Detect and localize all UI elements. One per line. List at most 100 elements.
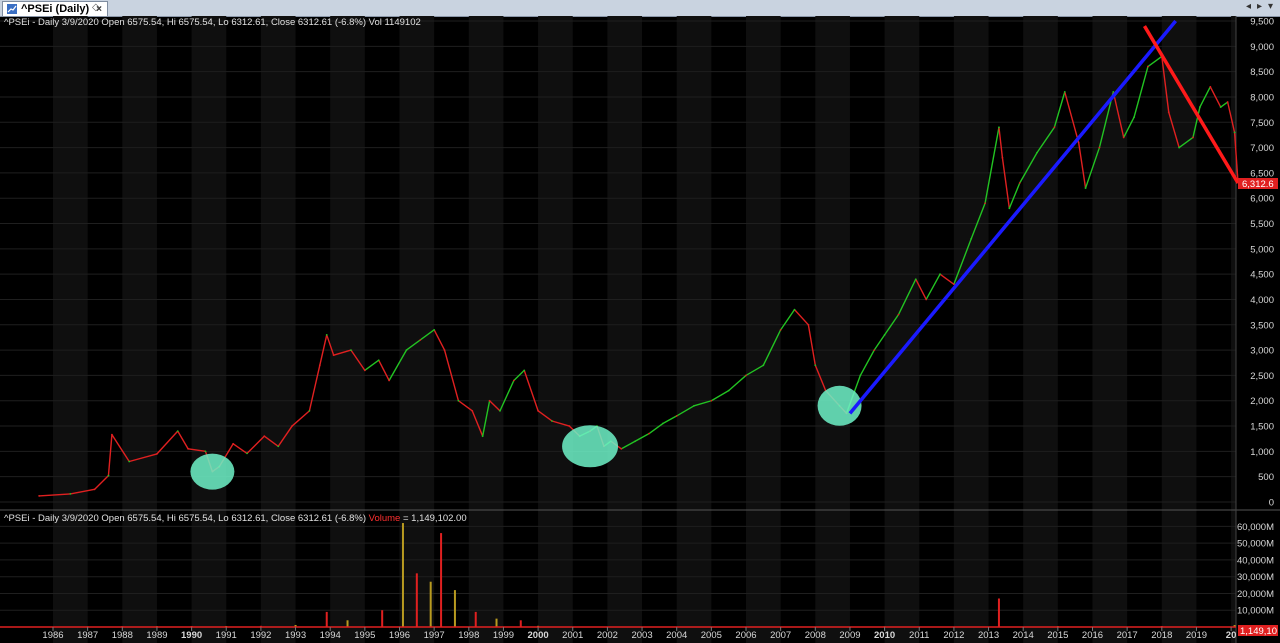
volume-bar [381, 610, 384, 627]
price-point [325, 334, 328, 336]
price-segment [662, 415, 678, 425]
price-point [1077, 141, 1080, 144]
price-tick-label: 5,000 [1250, 244, 1274, 255]
price-segment [308, 365, 321, 412]
price-tick-label: 1,500 [1250, 422, 1274, 433]
price-point [204, 450, 207, 453]
time-tick-label: 2011 [909, 630, 929, 641]
price-point [1209, 85, 1212, 88]
price-segment [648, 422, 664, 435]
time-tick-label: 1988 [112, 630, 133, 641]
price-point [512, 379, 515, 382]
scroll-right-icon[interactable]: ▸ [1257, 1, 1262, 12]
time-tick-label: 2005 [701, 630, 722, 641]
price-point [350, 349, 352, 352]
price-point [457, 399, 460, 402]
volume-bar [401, 523, 404, 627]
price-point [897, 313, 900, 316]
price-point [675, 415, 678, 417]
price-point [471, 409, 474, 412]
volume-bar [519, 620, 522, 627]
price-point [661, 422, 664, 425]
price-point [1008, 207, 1011, 210]
price-point [779, 328, 782, 331]
price-header: ^PSEi - Daily 3/9/2020 Open 6575.54, Hi … [4, 17, 421, 28]
price-segment [859, 349, 875, 376]
price-point [488, 399, 491, 402]
price-point [939, 273, 941, 276]
price-tick-label: 500 [1258, 472, 1274, 483]
price-point [762, 364, 765, 367]
year-band [399, 16, 435, 643]
price-point [232, 442, 235, 445]
time-tick-label: 2007 [770, 630, 791, 641]
time-tick-label: 2000 [528, 630, 549, 641]
year-band [746, 16, 781, 643]
time-tick-label: 2013 [978, 630, 999, 641]
last-volume-label: 1,149,10 [1240, 626, 1277, 637]
price-tick-label: 4,500 [1250, 270, 1274, 281]
price-segment [925, 273, 941, 300]
dropdown-icon[interactable]: ▾ [1268, 1, 1273, 12]
time-tick-label: 2009 [839, 630, 860, 641]
volume-bar [453, 590, 456, 627]
time-tick-label: 1990 [181, 630, 202, 641]
price-point [1147, 65, 1149, 68]
price-point [814, 364, 817, 367]
price-segment [793, 309, 809, 326]
price-segment [94, 475, 109, 490]
volume-bar [325, 611, 328, 627]
price-point [277, 445, 280, 448]
price-segment [1147, 55, 1163, 68]
year-band [53, 16, 88, 643]
time-tick-label: 2006 [735, 630, 756, 641]
price-tick-label: 3,000 [1250, 346, 1274, 357]
price-point [246, 452, 248, 455]
price-segment [998, 127, 1004, 158]
price-point [176, 430, 179, 433]
time-tick-label: 1994 [320, 630, 341, 641]
scroll-left-icon[interactable]: ◂ [1246, 1, 1251, 12]
volume-bar [440, 533, 443, 627]
time-tick-label: 1997 [424, 630, 445, 641]
price-segment [807, 324, 816, 366]
price-point [1226, 101, 1229, 103]
year-band [260, 16, 296, 643]
price-segment [1077, 142, 1087, 189]
price-point [263, 435, 266, 438]
price-point [388, 379, 391, 382]
price-point [107, 474, 110, 477]
price-segment [1220, 101, 1229, 108]
price-point [1199, 106, 1201, 108]
volume-tick-label: 50,000M [1237, 539, 1274, 550]
price-point [537, 409, 539, 412]
chart-canvas[interactable]: 9,500 9,000 8,500 8,000 7,500 7,000 6,500 6,000… [0, 16, 1280, 643]
price-segment [1064, 91, 1080, 143]
price-point [634, 440, 637, 443]
time-tick-label: 1989 [146, 630, 167, 641]
time-tick-label: 1987 [77, 630, 98, 641]
highlight-circle [190, 453, 235, 490]
price-tick-label: 9,500 [1250, 17, 1274, 28]
year-band [607, 16, 643, 643]
price-point [620, 447, 623, 450]
price-point [308, 409, 311, 412]
price-point [745, 374, 747, 377]
volume-header-label: Volume [369, 513, 401, 524]
price-tick-label: 4,000 [1250, 295, 1274, 306]
time-tick-label: 1992 [250, 630, 271, 641]
time-tick-label: 1999 [493, 630, 514, 641]
time-tick-label: 2017 [1117, 630, 1138, 641]
price-segment [107, 434, 113, 476]
price-point [443, 349, 446, 352]
price-segment [780, 309, 796, 331]
price-point [499, 409, 501, 412]
price-point [1122, 136, 1125, 139]
volume-tick-label: 40,000M [1237, 555, 1274, 566]
time-tick-label: 2003 [631, 630, 652, 641]
price-segment [378, 359, 390, 381]
pin-icon[interactable]: ◇ [92, 2, 100, 13]
year-band [1231, 16, 1236, 643]
price-tick-label: 7,500 [1250, 118, 1274, 129]
price-point [727, 389, 730, 392]
